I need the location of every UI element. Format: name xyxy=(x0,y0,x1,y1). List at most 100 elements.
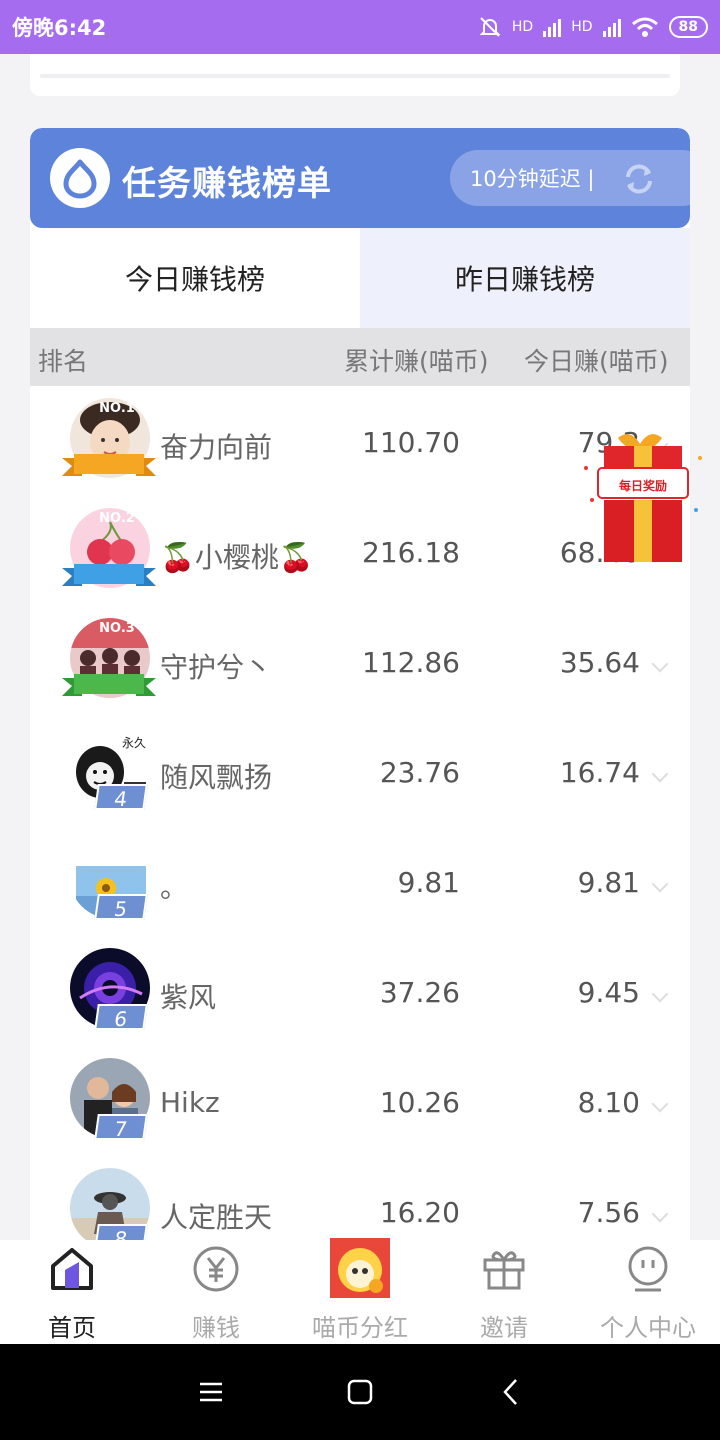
today-earned: 9.45 xyxy=(577,976,640,1009)
refresh-delay-pill[interactable]: 10分钟延迟 | xyxy=(450,150,690,206)
nav-earn[interactable]: 赚钱 xyxy=(144,1240,288,1344)
avatar: 8 xyxy=(70,1168,150,1240)
battery-indicator: 88 xyxy=(668,16,708,38)
chevron-down-icon xyxy=(651,655,669,673)
previous-card-edge xyxy=(30,54,680,96)
nav-label: 邀请 xyxy=(480,1314,528,1342)
rank-tag: 7 xyxy=(94,1114,148,1141)
network-type-2: HD xyxy=(571,19,593,35)
rank-label: NO.3 xyxy=(99,621,135,636)
back-icon[interactable] xyxy=(502,1378,520,1406)
column-rank: 排名 xyxy=(38,347,89,376)
chevron-down-icon xyxy=(651,1205,669,1223)
daily-reward-gift[interactable]: 每日奖励 xyxy=(578,428,708,568)
home-button-icon[interactable] xyxy=(347,1379,373,1405)
total-earned: 37.26 xyxy=(379,976,460,1009)
nav-label: 喵币分红 xyxy=(312,1314,408,1342)
signal-icon xyxy=(543,17,562,37)
rank-tag: 4 xyxy=(94,784,148,811)
gift-box-icon xyxy=(483,1251,525,1290)
total-earned: 112.86 xyxy=(362,646,460,679)
table-row[interactable]: 永久 4 随风飘扬 23.76 16.74 xyxy=(30,724,690,834)
gift-label: 每日奖励 xyxy=(618,479,667,493)
total-earned: 10.26 xyxy=(379,1086,460,1119)
refresh-icon[interactable] xyxy=(622,162,656,196)
rank-label: NO.1 xyxy=(99,401,135,416)
earnings-leaderboard: 任务赚钱榜单 10分钟延迟 | 今日赚钱榜 昨日赚钱榜 排名 累计赚(喵币) 今… xyxy=(30,128,690,1240)
network-type-1: HD xyxy=(511,19,534,35)
user-name: 。 xyxy=(160,871,189,904)
avatar: 永久 4 xyxy=(70,728,150,812)
tab-today-earnings[interactable]: 今日赚钱榜 xyxy=(30,228,360,328)
home-icon xyxy=(51,1248,93,1290)
menu-icon[interactable] xyxy=(198,1380,224,1404)
bottom-nav: 首页 赚钱 喵币分红 邀请 个人中心 xyxy=(0,1238,720,1344)
nav-label: 个人中心 xyxy=(600,1314,696,1342)
avatar: 5 xyxy=(70,838,150,922)
rank-label: NO.2 xyxy=(99,511,135,526)
user-name: 奋力向前 xyxy=(160,431,273,464)
user-name: Hikz xyxy=(160,1086,220,1119)
signal-icon-2 xyxy=(602,17,621,37)
profile-face-icon xyxy=(628,1246,668,1292)
chevron-down-icon xyxy=(651,875,669,893)
table-row[interactable]: 7 Hikz 10.26 8.10 xyxy=(30,1054,690,1164)
wifi-icon xyxy=(631,17,658,37)
yuan-coin-icon xyxy=(193,1246,239,1292)
avatar: 7 xyxy=(70,1058,150,1142)
today-earned: 8.10 xyxy=(577,1086,640,1119)
table-header: 排名 累计赚(喵币) 今日赚(喵币) xyxy=(30,328,690,386)
rank-tag: 8 xyxy=(94,1224,148,1240)
leaderboard-title: 任务赚钱榜单 xyxy=(122,164,332,204)
table-row[interactable]: 8 人定胜天 16.20 7.56 xyxy=(30,1164,690,1240)
user-name: 守护兮丶 xyxy=(160,651,273,684)
chevron-down-icon xyxy=(651,985,669,1003)
rank-ribbon-silver xyxy=(62,564,156,586)
nav-cat-bonus[interactable]: 喵币分红 xyxy=(288,1238,432,1344)
rank-tag: 6 xyxy=(94,1004,148,1031)
avatar: NO.2 xyxy=(62,508,156,592)
table-row[interactable]: 6 紫风 37.26 9.45 xyxy=(30,944,690,1054)
nav-home[interactable]: 首页 xyxy=(0,1240,144,1344)
delay-label: 10分钟延迟 | xyxy=(470,167,595,191)
status-time: 傍晚6:42 xyxy=(12,16,107,40)
cat-bonus-icon xyxy=(330,1238,390,1298)
tab-yesterday-earnings[interactable]: 昨日赚钱榜 xyxy=(360,228,690,328)
total-earned: 16.20 xyxy=(379,1196,460,1229)
column-today: 今日赚(喵币) xyxy=(524,347,669,376)
avatar: NO.3 xyxy=(62,618,156,702)
today-earned: 16.74 xyxy=(559,756,640,789)
user-name: 紫风 xyxy=(160,981,217,1014)
gift-box-icon xyxy=(584,434,702,562)
system-nav-bar xyxy=(0,1344,720,1440)
total-earned: 23.76 xyxy=(379,756,460,789)
leaderboard-tabs: 今日赚钱榜 昨日赚钱榜 xyxy=(30,228,690,328)
leaderboard-header: 任务赚钱榜单 10分钟延迟 | xyxy=(30,128,690,228)
avatar: NO.1 xyxy=(62,398,156,482)
today-earned: 35.64 xyxy=(559,646,640,679)
today-earned: 7.56 xyxy=(577,1196,640,1229)
user-name: 人定胜天 xyxy=(160,1201,273,1234)
app-logo-icon xyxy=(50,148,110,208)
chevron-down-icon xyxy=(651,1095,669,1113)
total-earned: 9.81 xyxy=(397,866,460,899)
rank-ribbon-gold xyxy=(62,454,156,476)
user-name: 随风飘扬 xyxy=(160,761,273,794)
nav-label: 赚钱 xyxy=(192,1314,240,1342)
nav-profile[interactable]: 个人中心 xyxy=(576,1240,720,1344)
nav-label: 首页 xyxy=(48,1314,96,1342)
avatar-caption: 永久 xyxy=(122,736,147,750)
table-row[interactable]: 5 。 9.81 9.81 xyxy=(30,834,690,944)
table-row[interactable]: NO.3 守护兮丶 112.86 35.64 xyxy=(30,614,690,724)
mute-bell-icon xyxy=(479,17,501,37)
total-earned: 216.18 xyxy=(362,536,460,569)
rank-ribbon-bronze xyxy=(62,674,156,696)
nav-invite[interactable]: 邀请 xyxy=(432,1240,576,1344)
status-bar: 傍晚6:42 HD HD 88 xyxy=(0,0,720,54)
total-earned: 110.70 xyxy=(362,426,460,459)
today-earned: 9.81 xyxy=(577,866,640,899)
rank-tag: 5 xyxy=(94,894,148,921)
avatar: 6 xyxy=(70,948,150,1032)
user-name: 🍒小樱桃🍒 xyxy=(160,541,314,574)
status-icons: HD HD 88 xyxy=(478,15,708,39)
